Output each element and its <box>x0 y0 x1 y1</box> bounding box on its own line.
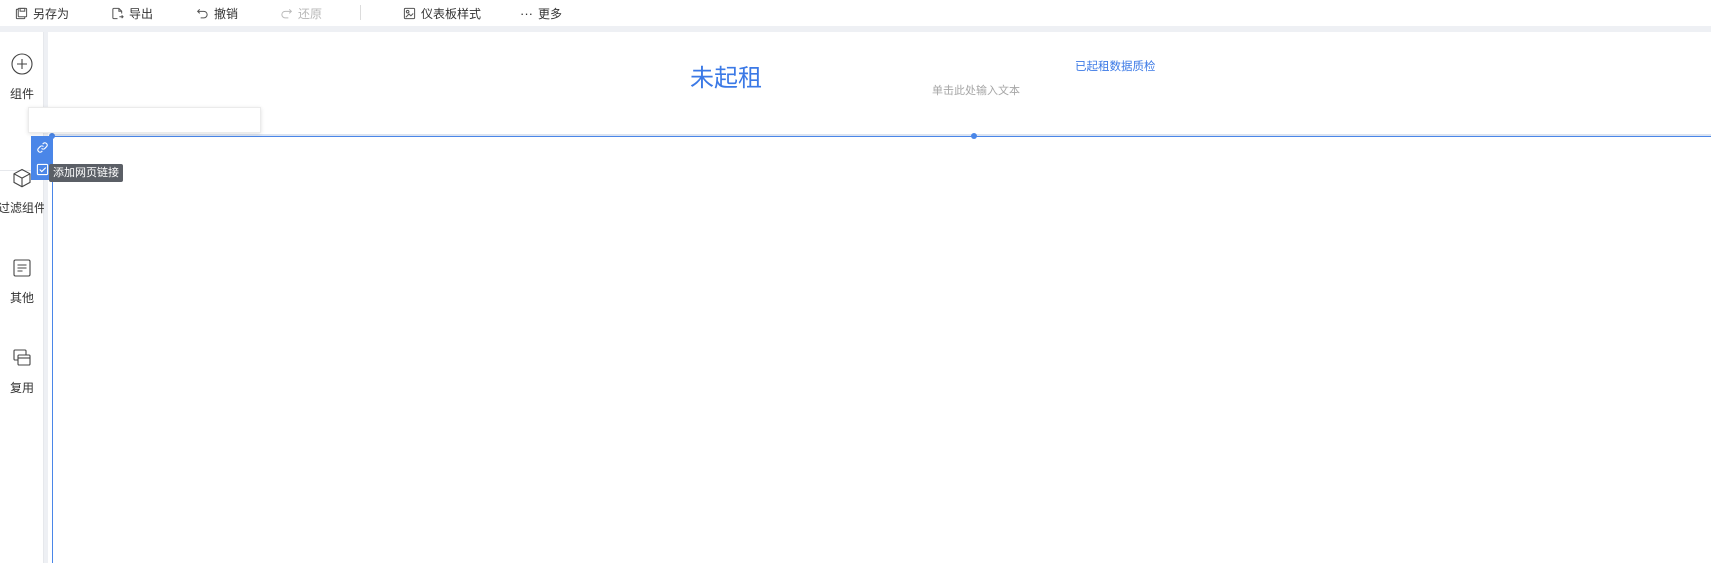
selection-border-left <box>52 136 53 563</box>
add-circle-icon <box>11 53 33 75</box>
add-link-tooltip: 添加网页链接 <box>49 164 123 182</box>
rail-item-components[interactable]: 组件 <box>0 53 44 102</box>
cube-icon <box>13 168 31 188</box>
undo-button[interactable]: 撤销 <box>196 0 238 26</box>
more-label: 更多 <box>538 6 563 21</box>
save-as-icon <box>15 7 28 19</box>
export-button[interactable]: 导出 <box>111 0 153 26</box>
rail-item-reuse-label: 复用 <box>9 381 34 395</box>
confirm-button[interactable] <box>34 161 50 177</box>
export-label: 导出 <box>129 6 154 21</box>
dashboard-style-label: 仪表板样式 <box>421 6 482 21</box>
selection-border-top <box>52 136 1711 137</box>
more-icon: ··· <box>520 5 533 21</box>
redo-label: 还原 <box>298 6 323 21</box>
rail-item-other[interactable]: 其他 <box>0 257 44 306</box>
text-placeholder[interactable]: 单击此处输入文本 <box>932 82 1020 98</box>
dashboard-canvas[interactable] <box>48 32 1711 563</box>
rail-item-reuse[interactable]: 复用 <box>0 347 44 396</box>
link-button[interactable] <box>34 139 50 155</box>
link-text-input[interactable] <box>28 107 261 133</box>
rail-item-components-label: 组件 <box>9 87 34 101</box>
top-toolbar: 另存为 导出 撤销 还原 仪表板样式 ··· 更多 <box>0 0 1711 26</box>
rail-item-filter-components-label: 过滤组件 <box>0 201 47 215</box>
more-button[interactable]: ··· 更多 <box>520 0 562 26</box>
qc-link[interactable]: 已起租数据质检 <box>1075 58 1156 74</box>
dashboard-title[interactable]: 未起租 <box>690 58 762 93</box>
rail-item-other-label: 其他 <box>9 291 34 305</box>
document-icon <box>13 259 31 277</box>
save-as-label: 另存为 <box>33 6 70 21</box>
redo-button[interactable]: 还原 <box>280 0 322 26</box>
checkbox-icon <box>36 163 48 175</box>
dashboard-style-icon <box>403 7 416 19</box>
undo-icon <box>196 8 208 18</box>
resize-handle-top-center[interactable] <box>971 133 977 139</box>
link-icon <box>36 141 48 153</box>
save-as-button[interactable]: 另存为 <box>15 0 69 26</box>
copy-icon <box>13 349 31 366</box>
redo-icon <box>281 8 293 18</box>
export-icon <box>112 7 124 19</box>
dashboard-style-button[interactable]: 仪表板样式 <box>403 0 481 26</box>
toolbar-divider <box>360 5 361 20</box>
undo-label: 撤销 <box>214 6 239 21</box>
